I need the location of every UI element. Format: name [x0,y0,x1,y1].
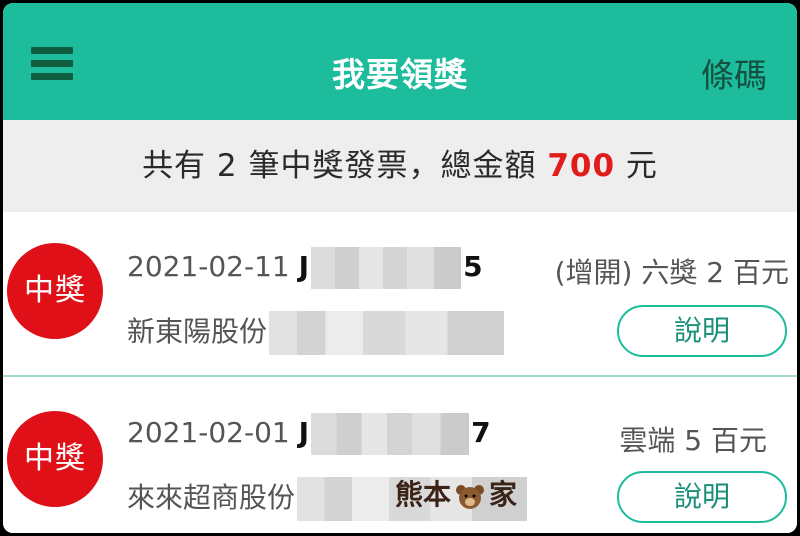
app-screen: 我要領獎 條碼 共有 2 筆中獎發票，總金額 700 元 中獎 2021-02-… [3,3,797,533]
summary-suffix: 元 [615,148,658,184]
redacted-store-name [269,311,505,355]
invoice-row[interactable]: 中獎 2021-02-11 J 5 新東陽股份 (增開) 六獎 2 百元 說明 [3,213,797,377]
invoice-number-prefix: J [298,416,310,449]
store-name: 新東陽股份 [127,315,268,348]
detail-button[interactable]: 說明 [617,471,787,523]
invoice-number-suffix: 7 [471,416,491,449]
bear-icon [456,484,485,509]
prize-amount: (增開) 六獎 2 百元 [554,256,789,289]
summary-prefix: 共有 2 筆中獎發票，總金額 [142,148,548,184]
page-title: 我要領獎 [332,55,468,94]
summary-total-amount: 700 [547,148,616,184]
invoice-date-number: 2021-02-11 J 5 [127,247,483,289]
redacted-invoice-number [311,247,462,289]
store-name: 來來超商股份 [127,481,296,514]
winning-badge: 中獎 [7,243,103,339]
detail-button[interactable]: 說明 [617,305,787,357]
watermark-text-left: 熊本 [395,478,452,511]
invoice-number-suffix: 5 [463,250,483,283]
redacted-invoice-number [311,413,470,455]
watermark-text-right: 家 [489,478,518,511]
invoice-date: 2021-02-11 [127,250,290,283]
barcode-button[interactable]: 條碼 [701,49,767,97]
prize-amount: 雲端 5 百元 [619,424,767,457]
invoice-date-number: 2021-02-01 J 7 [127,413,491,455]
invoice-date: 2021-02-01 [127,416,290,449]
store-name-line: 新東陽股份 [127,310,506,355]
app-bar: 我要領獎 條碼 [3,3,797,120]
invoice-number-prefix: J [298,250,310,283]
watermark-logo: 熊本 家 [395,473,525,519]
winning-badge: 中獎 [7,411,103,507]
winning-summary: 共有 2 筆中獎發票，總金額 700 元 [3,120,797,212]
